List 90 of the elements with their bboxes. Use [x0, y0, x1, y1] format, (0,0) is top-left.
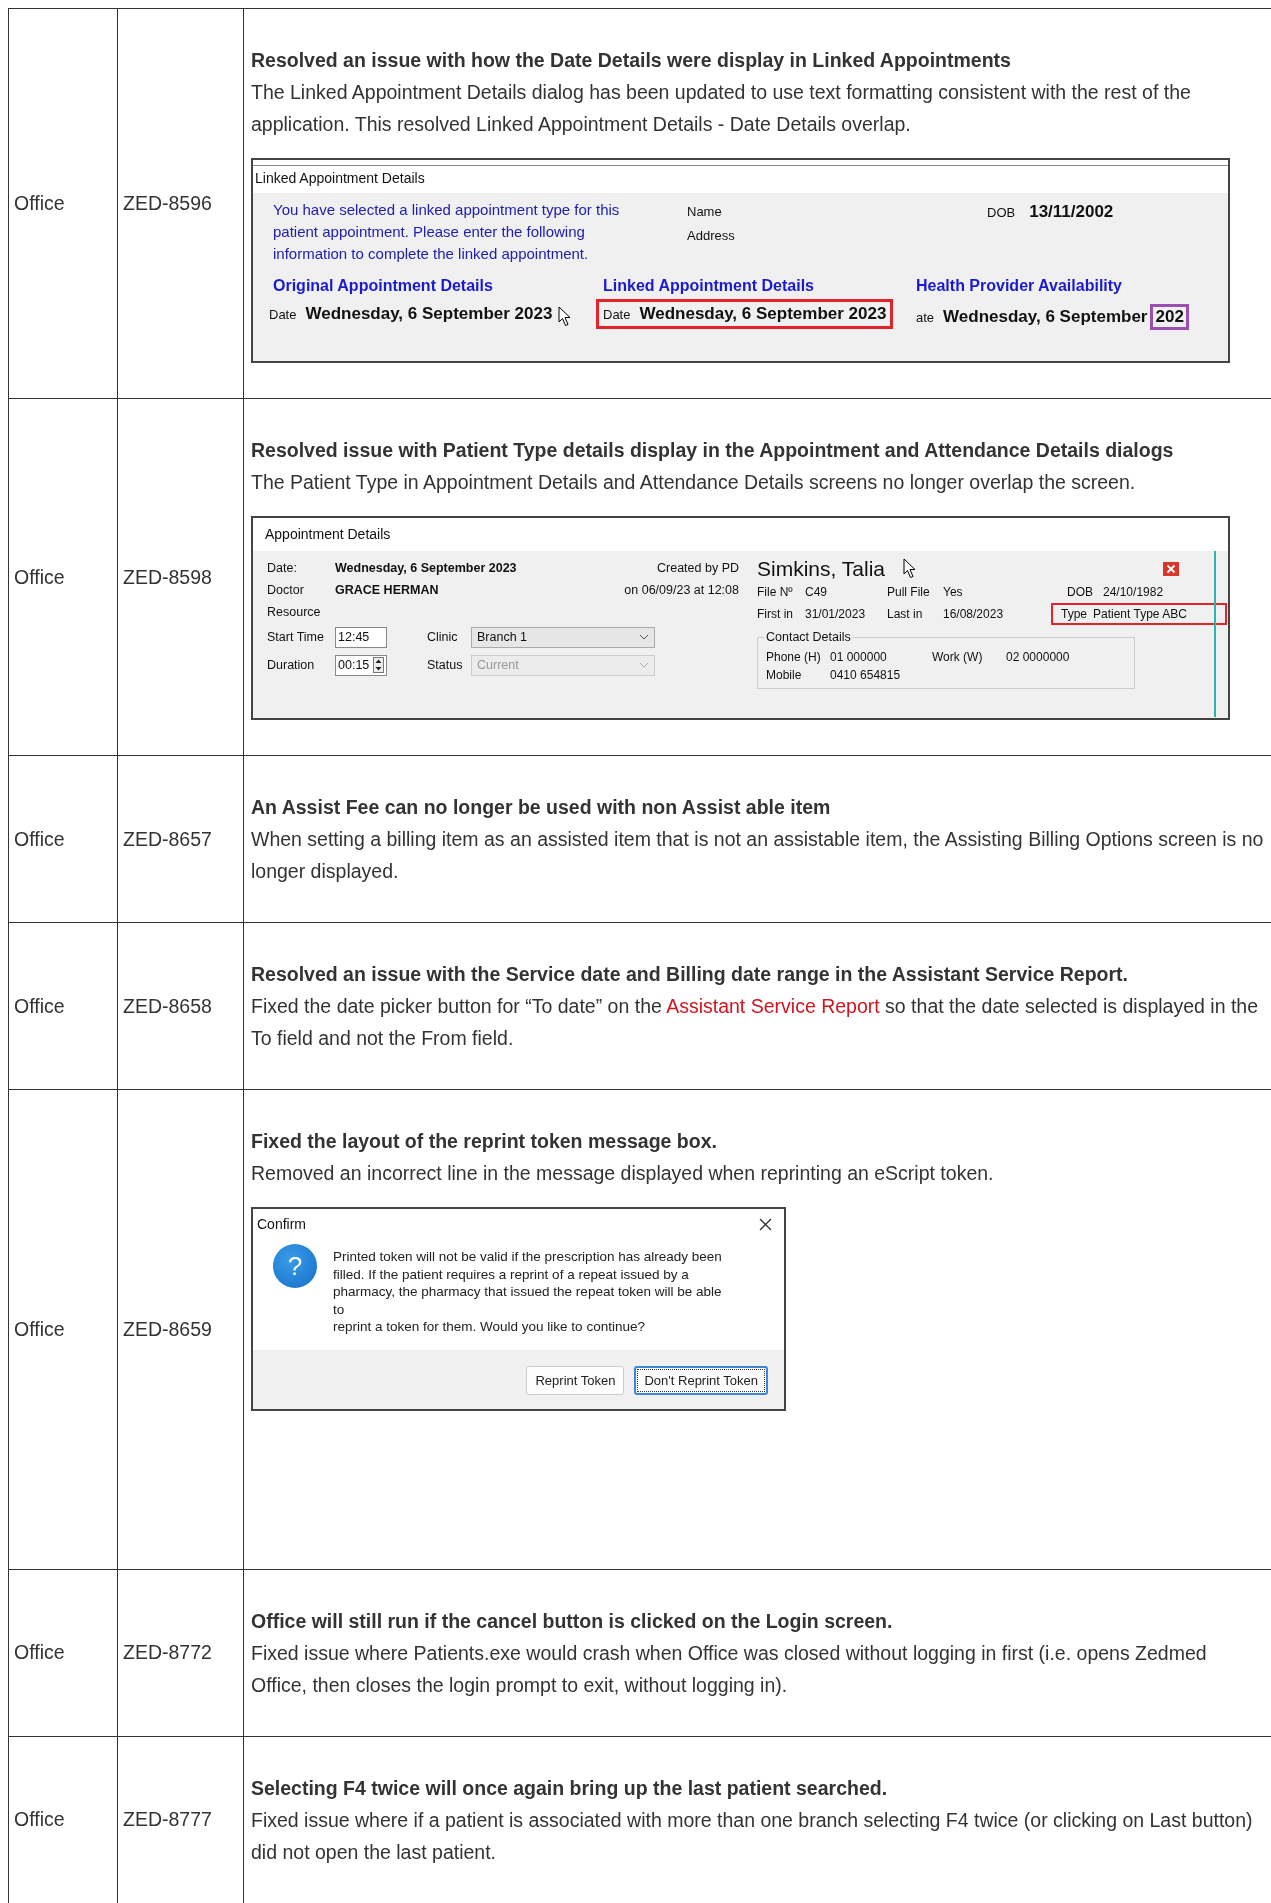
- note-description: The Patient Type in Appointment Details and Attendance Details screens no longer overlap the screen.: [251, 470, 1137, 495]
- field-value: Patient Type ABC: [1093, 607, 1187, 621]
- field-value: Wednesday, 6 September 2023: [335, 561, 518, 575]
- close-icon[interactable]: [759, 1217, 772, 1231]
- table-cell: ZED-8657: [117, 755, 244, 923]
- question-icon: ?: [273, 1244, 317, 1288]
- note-title: Resolved issue with Patient Type details display in the Appointment and Attendance Details dialogs: [251, 438, 1175, 463]
- section-heading: Linked Appointment Details: [603, 277, 815, 295]
- note-title: An Assist Fee can no longer be used with non Assist able item: [251, 795, 832, 820]
- table-cell: Office: [8, 8, 118, 399]
- table-cell: ZED-8659: [117, 1089, 244, 1569]
- note-description: Fixed issue where Patients.exe would crash when Office was closed without logging in first (i.e. opens Zedmed Office, then closes the login prompt to exit, without logging in).: [251, 1640, 1208, 1698]
- table-cell: Office: [8, 398, 118, 756]
- clinic-dropdown[interactable]: Branch 1: [471, 626, 655, 648]
- created-on-text: on 06/09/23 at 12:08: [624, 583, 739, 597]
- field-value: 02 0000000: [1006, 650, 1071, 664]
- field-label: Name: [687, 204, 723, 219]
- note-description: The Linked Appointment Details dialog has been updated to use text formatting consistent with the rest of the application. This resolved Linked Appointment Details - Date Details overlap.: [251, 80, 1192, 137]
- field-label: Type: [1061, 607, 1087, 621]
- duration-spinner[interactable]: 00:15: [335, 654, 387, 676]
- field-label: Resource: [267, 605, 322, 619]
- field-label: Phone (H): [766, 650, 822, 664]
- message-text: Printed token will not be valid if the prescription has already been filled. If the patient requires a reprint of a repeat issued by a pharmacy, the pharmacy that issued the repeat token will be able to reprint a token for them. Would you like to continue?: [333, 1248, 722, 1336]
- note-description: Fixed issue where if a patient is associated with more than one branch selecting F4 twice (or clicking on Last button) did not open the last patient.: [251, 1807, 1254, 1865]
- table-cell: ZED-8772: [117, 1569, 244, 1736]
- note-description: Fixed the date picker button for “To date” on the Assistant Service Report so that the date selected is displayed in the To field and not the From field.: [251, 994, 1259, 1051]
- field-label: Date:: [267, 561, 298, 575]
- mouse-pointer-icon: [903, 558, 917, 579]
- window-title: Linked Appointment Details: [253, 166, 1228, 193]
- chevron-icon: [639, 662, 649, 668]
- field-label: Pull File: [887, 585, 931, 599]
- window-title: Appointment Details: [253, 518, 1228, 551]
- note-title: Selecting F4 twice will once again bring up the last patient searched.: [251, 1775, 889, 1801]
- field-label: Duration: [267, 658, 316, 672]
- field-value: 0410 654815: [830, 668, 902, 682]
- field-value: Wednesday, 6 September 2023: [639, 304, 887, 324]
- patient-name: Simkins, Talia: [757, 557, 885, 581]
- field-value: 16/08/2023: [943, 607, 1005, 621]
- note-title: Resolved an issue with how the Date Details were display in Linked Appointments: [251, 48, 1012, 73]
- table-cell: Office: [8, 922, 118, 1090]
- field-value: Yes: [943, 585, 964, 599]
- section-heading: Health Provider Availability: [916, 277, 1123, 295]
- time-field[interactable]: 12:45: [335, 626, 387, 648]
- table-cell: ZED-8598: [117, 398, 244, 756]
- field-label: Date: [269, 307, 297, 322]
- field-label: DOB: [1067, 585, 1093, 599]
- dialog-button[interactable]: Don't Reprint Token: [634, 1365, 768, 1395]
- field-label: First in: [757, 607, 794, 621]
- field-label: Clinic: [427, 630, 459, 644]
- section-heading: Original Appointment Details: [273, 277, 494, 295]
- created-by-text: Created by PD: [657, 561, 739, 575]
- note-description: Removed an incorrect line in the message displayed when reprinting an eScript token.: [251, 1161, 995, 1186]
- table-cell: ZED-8596: [117, 8, 244, 399]
- chevron-icon: [639, 634, 649, 640]
- field-label: Start Time: [267, 630, 325, 644]
- field-label: Date: [603, 307, 631, 322]
- table-cell: Office: [8, 755, 118, 923]
- note-title: Resolved an issue with the Service date and Billing date range in the Assistant Service Report.: [251, 962, 1130, 987]
- table-cell: Office: [8, 1569, 118, 1736]
- field-label: ate: [916, 310, 935, 325]
- field-value: GRACE HERMAN: [335, 583, 440, 597]
- group-title: Contact Details: [764, 630, 853, 644]
- field-label: Last in: [887, 607, 924, 621]
- field-label: Work (W): [932, 650, 984, 664]
- field-value: 13/11/2002: [1029, 202, 1114, 222]
- field-label: Mobile: [766, 668, 803, 682]
- table-cell: Office: [8, 1089, 118, 1569]
- field-label: Doctor: [267, 583, 305, 597]
- field-value: 202: [1150, 304, 1189, 330]
- table-cell: ZED-8658: [117, 922, 244, 1090]
- field-label: File Nº: [757, 585, 794, 599]
- field-value: Wednesday, 6 September: [943, 307, 1148, 327]
- table-cell: Office: [8, 1736, 118, 1903]
- field-label: Status: [427, 658, 464, 672]
- window-title: Confirm: [257, 1216, 306, 1232]
- note-title: Office will still run if the cancel button is clicked on the Login screen.: [251, 1608, 894, 1634]
- field-value: 01 000000: [830, 650, 888, 664]
- mouse-pointer-icon: [558, 306, 572, 327]
- field-value: Wednesday, 6 September 2023: [305, 304, 553, 324]
- field-value: 24/10/1982: [1103, 585, 1164, 599]
- dialog-button[interactable]: Reprint Token: [526, 1365, 625, 1395]
- field-label: Address: [687, 228, 736, 243]
- note-description: When setting a billing item as an assisted item that is not an assistable item, the Assisting Billing Options screen is no longer displayed.: [251, 827, 1264, 884]
- note-title: Fixed the layout of the reprint token message box.: [251, 1129, 718, 1154]
- field-value: 31/01/2023: [805, 607, 867, 621]
- link[interactable]: Assistant Service Report: [666, 995, 880, 1017]
- spinner-arrows-icon: [373, 657, 384, 673]
- field-label: DOB: [987, 205, 1016, 220]
- intro-text: You have selected a linked appointment type for this patient appointment. Please enter the following information to complete the linked appointment.: [273, 200, 621, 264]
- field-value: C49: [805, 585, 828, 599]
